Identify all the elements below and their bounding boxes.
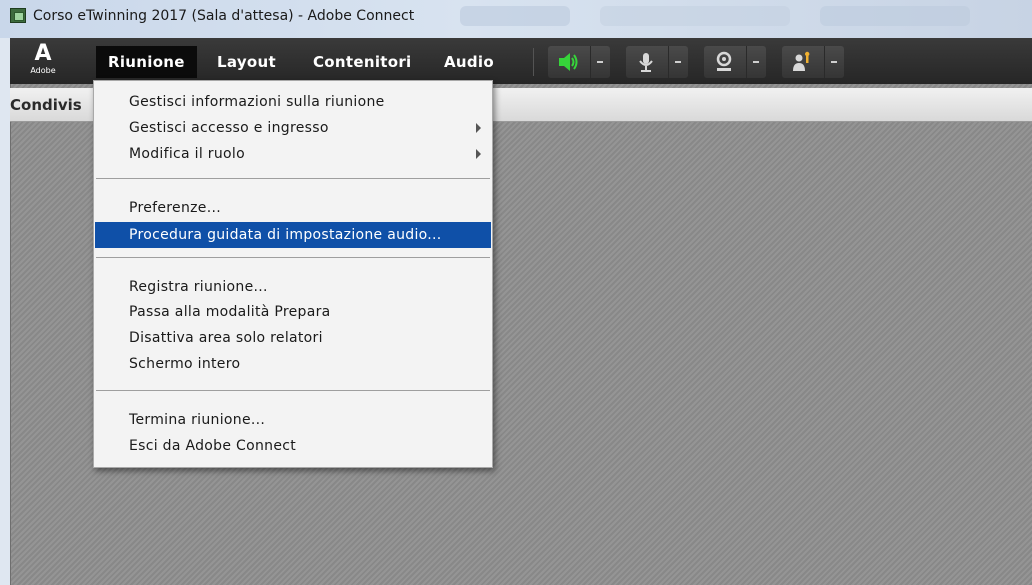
adobe-logo-icon: A Adobe (30, 41, 56, 76)
menu-divider (96, 257, 490, 258)
menu-divider (96, 390, 490, 391)
speaker-button[interactable] (548, 46, 610, 78)
menu-item-modalita-prepara[interactable]: Passa alla modalità Prepara (95, 299, 491, 325)
submenu-arrow-icon (476, 149, 481, 159)
window-titlebar: Corso eTwinning 2017 (Sala d'attesa) - A… (0, 0, 1032, 38)
window-title: Corso eTwinning 2017 (Sala d'attesa) - A… (33, 8, 415, 24)
titlebar-background-tab (600, 6, 790, 26)
titlebar-background-tab (820, 6, 970, 26)
webcam-icon (716, 51, 732, 71)
menu-contenitori[interactable]: Contenitori (301, 46, 423, 78)
adobe-connect-app-icon (10, 8, 26, 23)
webcam-button[interactable] (704, 46, 766, 78)
menu-riunione[interactable]: Riunione (96, 46, 197, 78)
speaker-icon (559, 53, 578, 71)
main-menubar: A Adobe Riunione Layout Contenitori Audi… (10, 38, 1032, 84)
share-pod-title: Condivis (10, 96, 82, 114)
speaker-options-chevron-icon[interactable] (590, 46, 610, 78)
microphone-options-chevron-icon[interactable] (668, 46, 688, 78)
menu-item-disattiva-area-relatori[interactable]: Disattiva area solo relatori (95, 325, 491, 351)
menu-item-modifica-ruolo[interactable]: Modifica il ruolo (95, 141, 491, 167)
menu-item-gestisci-accesso[interactable]: Gestisci accesso e ingresso (95, 115, 491, 141)
raise-hand-icon (793, 51, 810, 71)
toolbar-divider (533, 48, 534, 76)
status-button[interactable] (782, 46, 844, 78)
riunione-dropdown-menu: Gestisci informazioni sulla riunione Ges… (93, 80, 493, 468)
menu-item-esci-adobe-connect[interactable]: Esci da Adobe Connect (95, 433, 491, 459)
menu-audio[interactable]: Audio (432, 46, 506, 78)
menu-item-procedura-audio[interactable]: Procedura guidata di impostazione audio.… (95, 222, 491, 248)
microphone-icon (639, 53, 653, 72)
menu-item-schermo-intero[interactable]: Schermo intero (95, 351, 491, 377)
menu-divider (96, 178, 490, 179)
menu-layout[interactable]: Layout (205, 46, 288, 78)
titlebar-background-tab (460, 6, 570, 26)
menu-item-preferenze[interactable]: Preferenze... (95, 195, 491, 221)
webcam-options-chevron-icon[interactable] (746, 46, 766, 78)
menu-item-registra-riunione[interactable]: Registra riunione... (95, 274, 491, 300)
microphone-button[interactable] (626, 46, 688, 78)
status-options-chevron-icon[interactable] (824, 46, 844, 78)
submenu-arrow-icon (476, 123, 481, 133)
menu-item-termina-riunione[interactable]: Termina riunione... (95, 407, 491, 433)
menu-item-gestisci-informazioni[interactable]: Gestisci informazioni sulla riunione (95, 89, 491, 115)
